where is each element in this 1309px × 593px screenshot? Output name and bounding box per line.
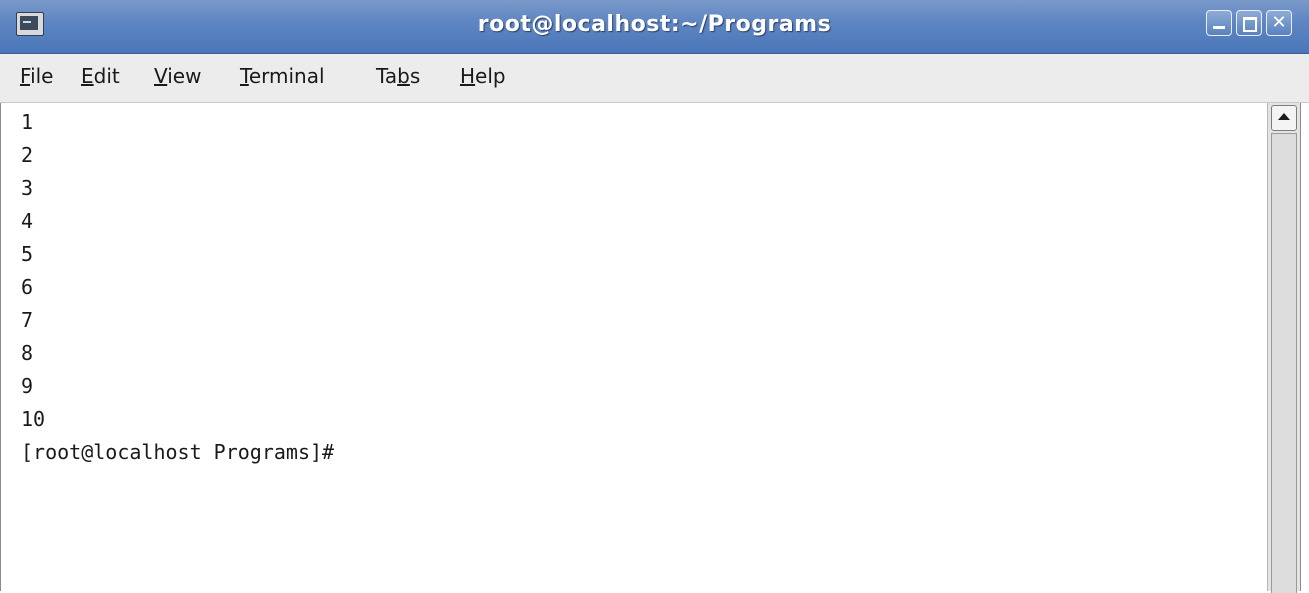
terminal-line: 10 xyxy=(21,407,46,431)
menu-file[interactable]: File xyxy=(20,64,53,88)
terminal-line: 2 xyxy=(21,143,34,167)
terminal-prompt: [root@localhost Programs]# xyxy=(21,440,335,464)
scroll-up-arrow-icon[interactable] xyxy=(1271,105,1297,131)
terminal-line: 7 xyxy=(21,308,34,332)
close-button[interactable]: ✕ xyxy=(1266,10,1292,36)
title-bar[interactable]: root@localhost:~/Programs ✕ xyxy=(0,0,1309,54)
terminal-line: 5 xyxy=(21,242,34,266)
terminal-line: 1 xyxy=(21,110,34,134)
minimize-icon xyxy=(1213,26,1225,29)
terminal-line: 8 xyxy=(21,341,34,365)
terminal-output[interactable]: 1 2 3 4 5 6 7 8 9 10 [root@localhost Pro… xyxy=(0,103,1267,591)
menu-tabs[interactable]: Tabs xyxy=(376,64,420,88)
menu-bar: File Edit View Terminal Tabs Help xyxy=(0,54,1309,103)
menu-terminal[interactable]: Terminal xyxy=(240,64,325,88)
window-title: root@localhost:~/Programs xyxy=(477,12,832,37)
terminal-window: root@localhost:~/Programs ✕ File Edit Vi… xyxy=(0,0,1309,593)
vertical-scrollbar[interactable] xyxy=(1267,103,1301,593)
close-icon: ✕ xyxy=(1271,12,1287,33)
maximize-icon xyxy=(1243,17,1257,32)
terminal-line: 6 xyxy=(21,275,34,299)
menu-view[interactable]: View xyxy=(154,64,201,88)
menu-help[interactable]: Help xyxy=(460,64,506,88)
terminal-line: 9 xyxy=(21,374,34,398)
terminal-line: 3 xyxy=(21,176,34,200)
menu-edit[interactable]: Edit xyxy=(81,64,120,88)
terminal-line: 4 xyxy=(21,209,34,233)
maximize-button[interactable] xyxy=(1236,10,1262,36)
scrollbar-thumb[interactable] xyxy=(1271,133,1297,593)
minimize-button[interactable] xyxy=(1206,10,1232,36)
